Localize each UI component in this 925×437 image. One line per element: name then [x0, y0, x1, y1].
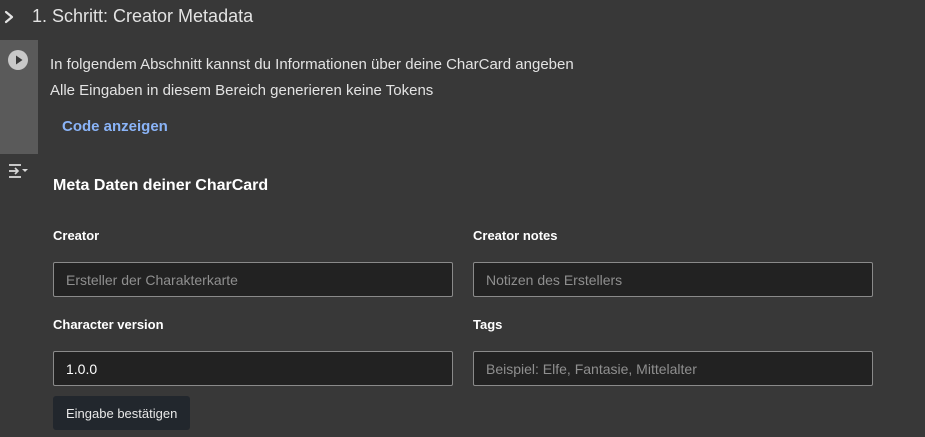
notebook-cell: 1. Schritt: Creator Metadata In folgende…: [0, 0, 925, 437]
form-title: Meta Daten deiner CharCard: [53, 177, 269, 194]
table-of-contents-icon[interactable]: [6, 160, 30, 182]
chevron-right-icon[interactable]: [2, 8, 16, 26]
tags-input[interactable]: [473, 351, 873, 386]
play-circle-icon[interactable]: [8, 50, 28, 70]
description-line-1: In folgendem Abschnitt kannst du Informa…: [50, 56, 574, 73]
section-header[interactable]: 1. Schritt: Creator Metadata: [0, 0, 925, 36]
creator-notes-input[interactable]: [473, 262, 873, 297]
show-code-link[interactable]: Code anzeigen: [62, 118, 168, 135]
character-version-label: Character version: [53, 317, 164, 332]
creator-notes-label: Creator notes: [473, 228, 558, 243]
creator-label: Creator: [53, 228, 100, 243]
character-version-input[interactable]: [53, 351, 453, 386]
submit-button[interactable]: Eingabe bestätigen: [53, 396, 191, 430]
tags-label: Tags: [473, 317, 503, 332]
creator-input[interactable]: [53, 262, 453, 297]
section-title: 1. Schritt: Creator Metadata: [32, 6, 254, 26]
description-line-2: Alle Eingaben in diesem Bereich generier…: [50, 82, 434, 99]
